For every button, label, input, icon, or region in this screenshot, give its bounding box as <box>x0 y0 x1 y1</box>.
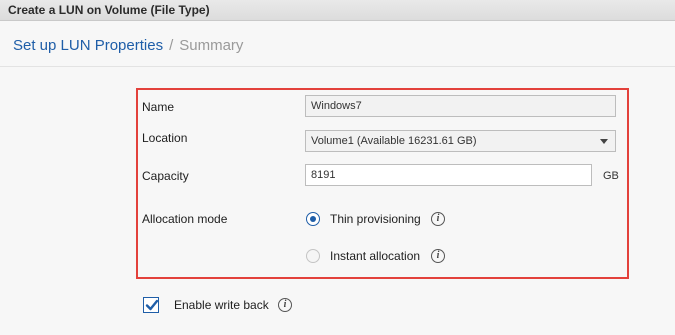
title-bar: Create a LUN on Volume (File Type) <box>0 0 675 21</box>
enable-write-back-checkbox[interactable] <box>143 297 159 313</box>
capacity-unit: GB <box>603 170 619 182</box>
write-back-info-icon[interactable]: i <box>278 298 292 312</box>
allocation-mode-label: Allocation mode <box>142 212 228 226</box>
thin-provisioning-info-icon[interactable]: i <box>431 212 445 226</box>
instant-allocation-info-icon[interactable]: i <box>431 249 445 263</box>
capacity-label: Capacity <box>142 169 189 183</box>
window-title: Create a LUN on Volume (File Type) <box>8 3 210 17</box>
chevron-down-icon <box>600 138 608 144</box>
instant-allocation-radio[interactable] <box>306 249 320 263</box>
breadcrumb-step-current: Set up LUN Properties <box>13 37 164 54</box>
checkmark-icon <box>145 299 159 311</box>
location-select-value: Volume1 (Available 16231.61 GB) <box>311 135 477 147</box>
breadcrumb-step-summary: Summary <box>179 37 244 54</box>
name-input[interactable] <box>305 95 616 117</box>
header-divider <box>0 66 675 67</box>
capacity-input[interactable] <box>305 164 592 186</box>
breadcrumb-separator: / <box>169 37 174 54</box>
location-label: Location <box>142 131 188 145</box>
thin-provisioning-radio[interactable] <box>306 212 320 226</box>
location-select[interactable]: Volume1 (Available 16231.61 GB) <box>305 130 616 152</box>
thin-provisioning-label[interactable]: Thin provisioning <box>330 212 421 226</box>
instant-allocation-label[interactable]: Instant allocation <box>330 249 420 263</box>
name-label: Name <box>142 100 175 114</box>
breadcrumb: Set up LUN Properties / Summary <box>13 37 243 54</box>
enable-write-back-label[interactable]: Enable write back <box>174 298 269 312</box>
